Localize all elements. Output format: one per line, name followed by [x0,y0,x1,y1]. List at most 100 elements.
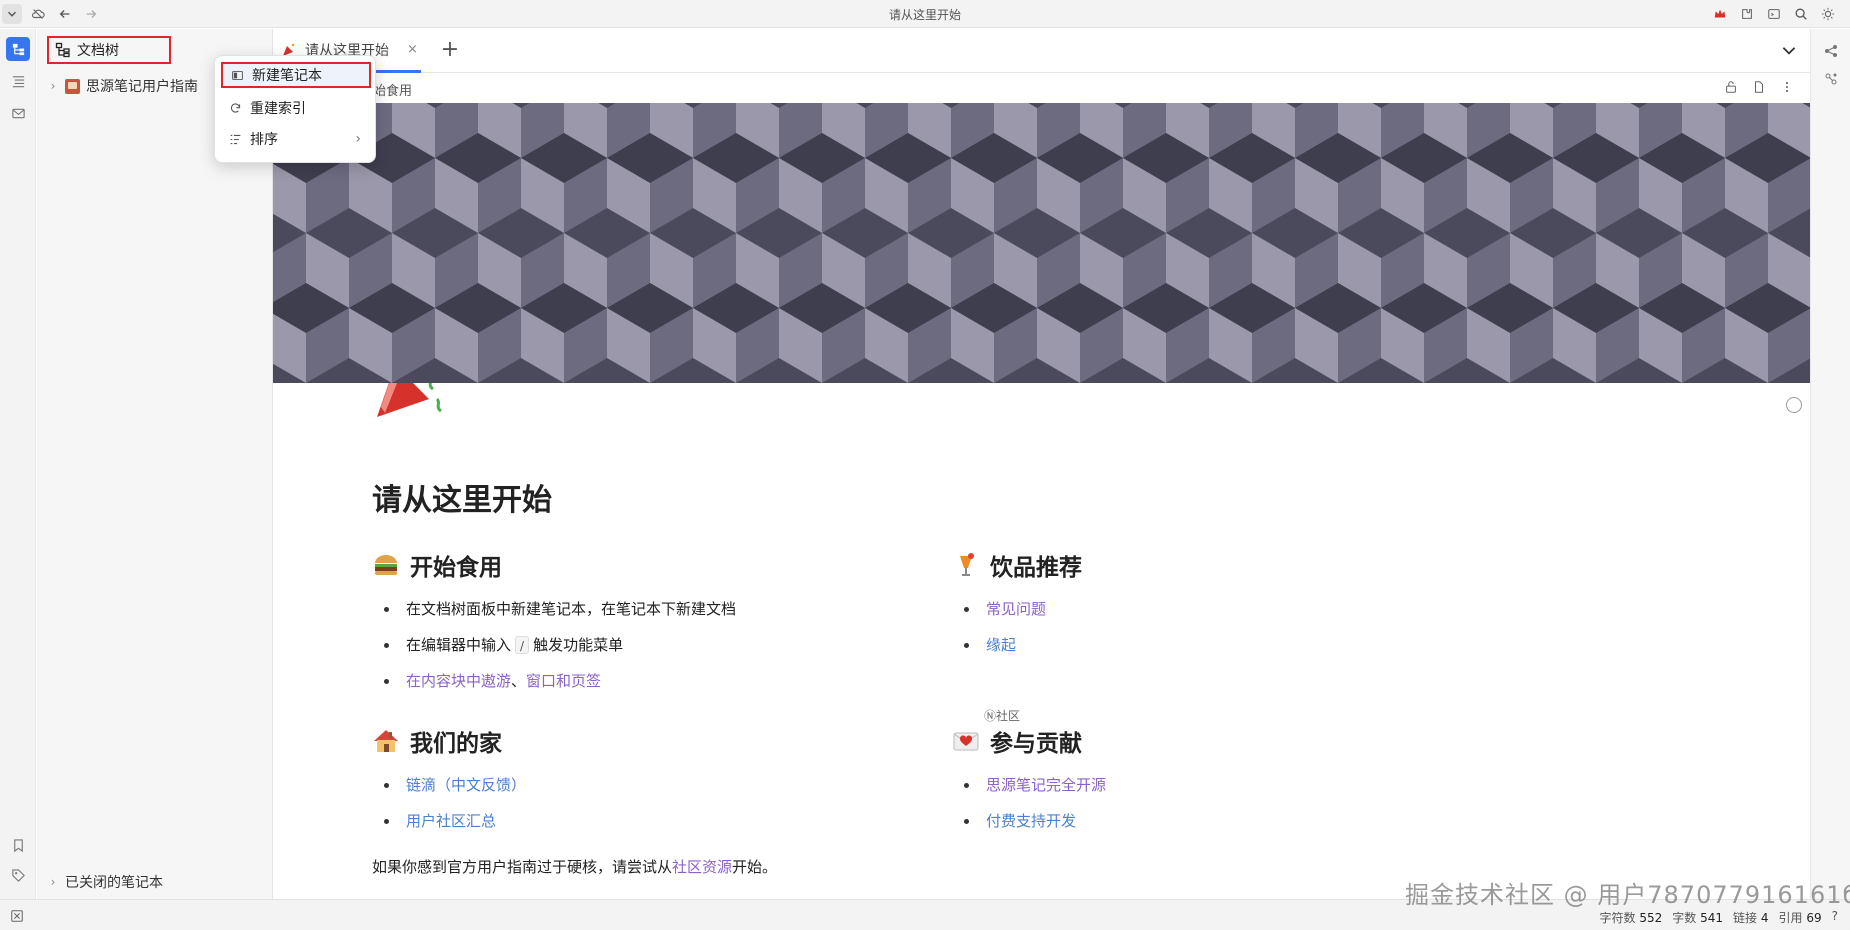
section-contribute: 参与贡献 思源笔记完全开源 付费支持开发 [952,725,1512,839]
section-our-home: 我们的家 链滴（中文反馈） 用户社区汇总 [372,725,932,839]
menu-label: 重建索引 [250,101,306,117]
file-tree-title: 文档树 [77,43,119,59]
love-letter-icon [953,732,979,751]
origin-link[interactable]: 缘起 [986,636,1016,654]
bullet-list: 思源笔记完全开源 付费支持开发 [952,767,1512,839]
tab-bar: 请从这里开始 × + [273,29,1810,73]
word-count: 字数 541 [1672,911,1724,925]
file-tree-header[interactable]: 文档树 [47,36,171,64]
sort-icon [230,134,241,144]
rebuild-index-menu-item[interactable]: 重建索引 [221,95,371,121]
doc-title[interactable]: 请从这里开始 [372,475,552,519]
document-icon[interactable] [1752,80,1766,94]
breadcrumb-bar: 始食用 [273,74,1810,104]
list-item[interactable]: 在文档树面板中新建笔记本，在笔记本下新建文档 [372,591,932,627]
doc-attribute-circle-icon[interactable] [1786,397,1802,413]
bullet-list: 常见问题 缘起 [952,591,1512,663]
crown-icon[interactable] [1710,4,1730,24]
right-dock [1810,29,1850,899]
community-inline-tag[interactable]: Ⓝ社区 [984,707,1020,724]
notebook-row[interactable]: › 思源笔记用户指南 [47,75,198,97]
doc-cover-image[interactable] [273,103,1810,383]
list-item[interactable]: 常见问题 [952,591,1512,627]
document-stats: 字符数 552 字数 541 链接 4 引用 69 ? [1600,909,1838,926]
theme-sun-icon[interactable] [1818,4,1838,24]
title-bar: 请从这里开始 [0,0,1850,28]
slash-kbd: / [515,636,530,654]
list-item[interactable]: 缘起 [952,627,1512,663]
unlock-icon[interactable] [1724,80,1738,94]
section-heading: 开始食用 [372,549,932,581]
submenu-chevron-icon: › [355,131,361,147]
bookmark-dock-icon[interactable] [6,833,30,857]
heading-text: 开始食用 [410,555,502,581]
notebook-book-icon [65,78,80,94]
list-item[interactable]: 在编辑器中输入 / 触发功能菜单 [372,627,932,663]
expand-chevron-icon[interactable]: › [47,875,59,889]
window-title: 请从这里开始 [888,8,961,22]
party-popper-icon[interactable] [371,383,447,423]
bullet-list: 在文档树面板中新建笔记本，在笔记本下新建文档 在编辑器中输入 / 触发功能菜单 在内… [372,591,932,699]
terminal-icon[interactable] [1764,4,1784,24]
heading-text: 饮品推荐 [990,555,1082,581]
block-navigation-link[interactable]: 在内容块中遨游 [406,672,511,690]
list-item[interactable]: 链滴（中文反馈） [372,767,932,803]
open-source-link[interactable]: 思源笔记完全开源 [986,776,1106,794]
plugin-icon[interactable] [1737,4,1757,24]
left-dock [0,29,36,899]
global-graph-icon[interactable] [1823,71,1839,87]
section-heading: 我们的家 [372,725,932,757]
section-heading: 饮品推荐 [952,549,1512,581]
graph-view-icon[interactable] [1823,43,1839,59]
list-item[interactable]: 思源笔记完全开源 [952,767,1512,803]
window-tab-link[interactable]: 窗口和页签 [526,672,601,690]
doc-footer-paragraph[interactable]: 如果你感到官方用户指南过于硬核，请尝试从社区资源开始。 [372,856,777,877]
hamburger-icon [375,555,397,575]
help-icon[interactable]: ? [1832,909,1838,926]
sort-menu-item[interactable]: 排序 › [221,126,371,152]
house-icon [374,730,398,752]
document-editor[interactable]: 请从这里开始 开始食用 在文档树面板中新建笔记本，在笔记本下新建文档 在编辑器中… [273,383,1810,899]
new-notebook-menu-item[interactable]: 新建笔记本 [221,62,371,88]
file-tree-dock-icon[interactable] [6,37,30,61]
section-drinks: 饮品推荐 常见问题 缘起 [952,549,1512,663]
inbox-dock-icon[interactable] [6,101,30,125]
section-heading: 参与贡献 [952,725,1512,757]
list-item[interactable]: 在内容块中遨游、窗口和页签 [372,663,932,699]
ld246-link[interactable]: 链滴（中文反馈） [406,776,526,794]
menu-label: 新建笔记本 [252,68,322,84]
dock-toggle-icon[interactable] [10,909,24,923]
menu-label: 排序 [250,132,278,148]
outline-dock-icon[interactable] [6,69,30,93]
closed-notebooks-row[interactable]: › 已关闭的笔记本 [47,871,163,893]
list-item[interactable]: 付费支持开发 [952,803,1512,839]
more-vertical-icon[interactable] [1780,80,1794,94]
char-count: 字符数 552 [1599,911,1663,925]
notebook-label: 思源笔记用户指南 [86,79,198,95]
link-count: 链接 4 [1733,911,1769,925]
community-resources-link[interactable]: 社区资源 [672,858,732,876]
list-item[interactable]: 用户社区汇总 [372,803,932,839]
heading-text: 参与贡献 [990,731,1082,757]
community-summary-link[interactable]: 用户社区汇总 [406,812,496,830]
search-icon[interactable] [1791,4,1811,24]
ref-count: 引用 69 [1778,911,1822,925]
tab-list-chevron-icon[interactable] [1780,41,1800,61]
tab-close-icon[interactable]: × [407,42,418,57]
sponsor-link[interactable]: 付费支持开发 [986,812,1076,830]
watermark: 掘金技术社区 @ 用户787077916161б [1405,881,1850,909]
breadcrumb[interactable]: 始食用 [373,80,412,99]
faq-link[interactable]: 常见问题 [986,600,1046,618]
new-tab-button[interactable]: + [438,39,462,63]
refresh-icon [230,102,241,113]
file-tree-context-menu: 新建笔记本 重建索引 排序 › [214,55,376,163]
file-tree-icon [55,42,70,58]
doc-toolbar [1724,80,1794,94]
heading-text: 我们的家 [410,731,502,757]
bullet-list: 链滴（中文反馈） 用户社区汇总 [372,767,932,839]
expand-chevron-icon[interactable]: › [47,79,59,93]
section-getting-started: 开始食用 在文档树面板中新建笔记本，在笔记本下新建文档 在编辑器中输入 / 触发功能… [372,549,932,699]
tag-dock-icon[interactable] [6,863,30,887]
cocktail-icon [960,553,974,576]
notebook-icon [232,70,243,80]
